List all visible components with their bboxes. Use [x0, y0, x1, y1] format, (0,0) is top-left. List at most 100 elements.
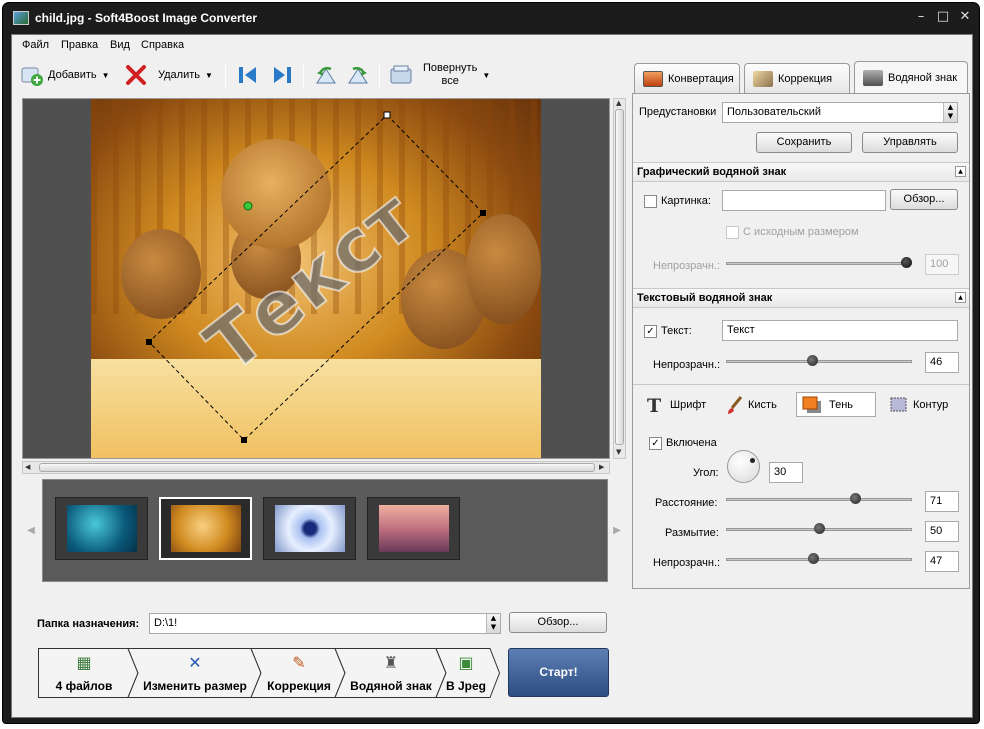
first-image-button[interactable] [236, 57, 260, 93]
rotate-right-button[interactable] [346, 57, 370, 93]
preview-horizontal-scrollbar[interactable]: ◀ ▶ [22, 461, 610, 474]
destination-folder-combo[interactable]: D:\1! ▲ ▼ [149, 613, 501, 634]
scroll-right-arrow[interactable]: ▶ [599, 463, 604, 471]
destination-label: Папка назначения: [37, 618, 140, 630]
step-correction[interactable]: ✎ Коррекция [259, 648, 339, 698]
picture-path-field[interactable] [722, 190, 886, 211]
minimize-button[interactable]: – [911, 7, 931, 27]
style-tabs: T Шрифт Кисть Тень Контур [639, 392, 965, 418]
settings-panel: Конвертация Коррекция Водяной знак Преду… [632, 61, 970, 589]
scroll-thumb[interactable] [39, 463, 595, 472]
destination-browse-button[interactable]: Обзор... [509, 612, 607, 633]
save-preset-button[interactable]: Сохранить [756, 132, 852, 153]
scroll-down-arrow[interactable]: ▼ [616, 448, 621, 456]
preview-vertical-scrollbar[interactable]: ▲ ▼ [613, 98, 626, 459]
client-area: Файл Правка Вид Справка Добавить ▼ Удали… [11, 34, 973, 718]
combo-arrows[interactable]: ▲ ▼ [943, 103, 957, 122]
step-jpeg[interactable]: ▣ В Jpeg [440, 648, 492, 698]
remove-button[interactable]: Удалить ▼ [124, 57, 213, 93]
presets-combo[interactable]: Пользовательский ▲ ▼ [722, 102, 958, 123]
toolbar-separator [303, 63, 304, 89]
outline-icon [890, 397, 907, 411]
thumbnail-eye[interactable] [263, 497, 356, 560]
menu-edit[interactable]: Правка [61, 39, 98, 51]
angle-value[interactable]: 30 [769, 462, 803, 483]
style-tab-shadow[interactable]: Тень [796, 392, 876, 417]
jpeg-icon: ▣ [458, 653, 474, 672]
distance-slider[interactable] [726, 492, 912, 506]
svg-text:T: T [647, 395, 661, 415]
angle-knob[interactable] [727, 450, 760, 483]
slider-thumb[interactable] [807, 355, 818, 366]
watermark-tab-page: Предустановки Пользовательский ▲ ▼ Сохран… [632, 93, 970, 589]
close-button[interactable]: ✕ [955, 7, 975, 27]
distance-value[interactable]: 71 [925, 491, 959, 512]
image-preview[interactable]: Текст [22, 98, 610, 459]
add-button[interactable]: Добавить ▼ [20, 57, 110, 93]
shadow-opacity-slider[interactable] [726, 552, 912, 566]
thumbnail-underwater[interactable] [55, 497, 148, 560]
scroll-up-arrow[interactable]: ▲ [616, 99, 621, 107]
rotate-all-button[interactable]: Повернуть все ▼ [389, 57, 490, 93]
graphic-watermark-header[interactable]: Графический водяной знак ▲ [633, 162, 969, 182]
step-resize[interactable]: ✕ Изменить размер [136, 648, 254, 698]
text-opacity-value[interactable]: 46 [925, 352, 959, 373]
title-bar[interactable]: child.jpg - Soft4Boost Image Converter –… [3, 3, 979, 33]
rotate-left-button[interactable] [314, 57, 338, 93]
maximize-button[interactable]: □ [933, 7, 953, 27]
shadow-enabled-checkbox[interactable]: ✓ [649, 437, 662, 450]
shadow-opacity-label: Непрозрачн.: [653, 557, 721, 569]
original-size-checkbox[interactable] [726, 226, 739, 239]
blur-slider[interactable] [726, 522, 912, 536]
rotate-all-dropdown-arrow: ▼ [482, 70, 491, 80]
step-files[interactable]: ▦ 4 файлов [38, 648, 130, 698]
text-checkbox[interactable]: ✓ [644, 325, 657, 338]
text-opacity-slider[interactable] [726, 354, 912, 368]
thumbnail-fantasy[interactable] [367, 497, 460, 560]
last-image-button[interactable] [270, 57, 294, 93]
manage-presets-button[interactable]: Управлять [862, 132, 958, 153]
watermark-text-input[interactable]: Текст [722, 320, 958, 341]
blur-value[interactable]: 50 [925, 521, 959, 542]
rotate-all-icon [390, 65, 412, 84]
graphic-opacity-slider[interactable] [726, 256, 912, 270]
menu-file[interactable]: Файл [22, 39, 49, 51]
style-tab-brush[interactable]: Кисть [721, 392, 781, 417]
picture-checkbox[interactable] [644, 195, 657, 208]
step-watermark[interactable]: ♜ Водяной знак [343, 648, 439, 698]
picture-label: Картинка: [661, 195, 711, 207]
slider-thumb[interactable] [850, 493, 861, 504]
tab-conversion[interactable]: Конвертация [634, 63, 740, 93]
tab-correction[interactable]: Коррекция [744, 63, 850, 93]
style-tab-font[interactable]: T Шрифт [641, 392, 710, 417]
preview-photo: Текст [91, 99, 541, 458]
thumbnails-next-button[interactable]: ▶ [610, 479, 624, 582]
graphic-opacity-value[interactable]: 100 [925, 254, 959, 275]
collapse-icon[interactable]: ▲ [955, 292, 966, 303]
tab-watermark[interactable]: Водяной знак [854, 61, 968, 94]
menu-help[interactable]: Справка [141, 39, 184, 51]
style-tab-outline[interactable]: Контур [885, 392, 952, 417]
menu-view[interactable]: Вид [110, 39, 130, 51]
start-button[interactable]: Старт! [508, 648, 609, 697]
presets-label: Предустановки [639, 106, 717, 118]
slider-thumb[interactable] [808, 553, 819, 564]
thumbnails-prev-button[interactable]: ◀ [24, 479, 38, 582]
knob-indicator [750, 458, 755, 463]
thumbnail-child[interactable] [159, 497, 252, 560]
collapse-icon[interactable]: ▲ [955, 166, 966, 177]
text-watermark-header[interactable]: Текстовый водяной знак ▲ [633, 288, 969, 308]
picture-browse-button[interactable]: Обзор... [890, 189, 958, 210]
app-icon [13, 11, 29, 25]
add-dropdown-arrow: ▼ [101, 70, 110, 80]
slider-thumb[interactable] [814, 523, 825, 534]
shadow-opacity-value[interactable]: 47 [925, 551, 959, 572]
combo-arrows[interactable]: ▲ ▼ [486, 614, 500, 633]
add-label: Добавить [48, 69, 97, 81]
slider-thumb[interactable] [901, 257, 912, 268]
scroll-thumb[interactable] [615, 109, 624, 445]
scroll-left-arrow[interactable]: ◀ [25, 463, 30, 471]
shadow-icon [802, 396, 821, 413]
remove-label: Удалить [158, 69, 200, 81]
conversion-icon [643, 70, 663, 87]
